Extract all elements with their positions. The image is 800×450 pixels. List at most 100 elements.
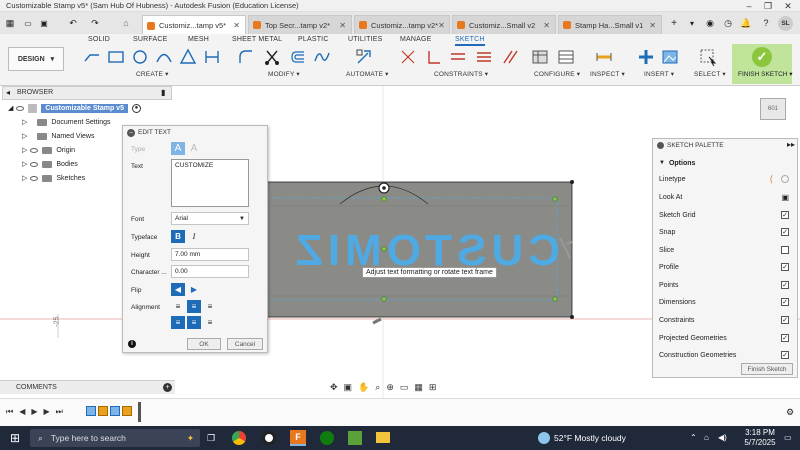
parallel-icon[interactable] (500, 47, 520, 67)
points-checkbox[interactable]: ✓ (781, 281, 789, 289)
character-spacing-input[interactable]: 0.00 (171, 265, 249, 278)
previous-step-icon[interactable]: ◀ (19, 407, 25, 417)
expand-icon[interactable]: ▷ (22, 118, 27, 126)
app-grid-icon[interactable]: ▦ (4, 17, 16, 29)
sketch-grid-checkbox[interactable]: ✓ (781, 211, 789, 219)
browser-item-origin[interactable]: ▷ Origin (22, 144, 75, 156)
text-on-path-icon[interactable]: A (187, 142, 201, 155)
expand-icon[interactable]: ▷ (22, 132, 27, 140)
insert-group-label[interactable]: INSERT ▾ (644, 70, 674, 78)
look-at-icon[interactable]: ▣ (344, 382, 353, 393)
job-status-icon[interactable]: ◷ (722, 17, 734, 29)
align-top-button[interactable]: ≡ (171, 316, 185, 329)
rectangle-icon[interactable] (106, 47, 126, 67)
modify-group-label[interactable]: MODIFY ▾ (268, 70, 300, 78)
bold-button[interactable]: B (171, 230, 185, 243)
new-tab-icon[interactable]: + (668, 17, 680, 29)
grid-settings-icon[interactable]: ▦ (414, 382, 423, 393)
construction-linetype-icon[interactable]: ⟨ (769, 174, 773, 185)
tab-stamp-handle-small-v1[interactable]: Stamp Ha...Small v1 ✕ (558, 15, 662, 34)
collapse-dialog-icon[interactable]: – (127, 129, 135, 137)
spline-icon[interactable] (312, 47, 332, 67)
centerline-linetype-icon[interactable] (781, 175, 789, 183)
constraints-group-label[interactable]: CONSTRAINTS ▾ (434, 70, 488, 78)
coincident-icon[interactable] (398, 47, 418, 67)
trim-icon[interactable] (262, 47, 282, 67)
insert-derive-icon[interactable] (636, 47, 656, 67)
profile-checkbox[interactable]: ✓ (781, 263, 789, 271)
media-app-icon[interactable] (262, 431, 276, 445)
perpendicular-icon[interactable] (424, 47, 444, 67)
collapse-icon[interactable]: ◂ (6, 88, 10, 97)
browser-item-sketches[interactable]: ▷ Sketches (22, 172, 85, 184)
viewcube[interactable]: 601 (760, 98, 786, 120)
weather-cloud-icon[interactable] (538, 432, 550, 444)
visibility-icon[interactable] (16, 105, 25, 111)
activate-radio-icon[interactable]: ● (131, 103, 141, 113)
display-settings-icon[interactable]: ▭ (400, 382, 409, 393)
tab-top-secret-stamp[interactable]: Top Secr...tamp v2* ✕ (248, 15, 352, 34)
ribbon-tab-manage[interactable]: MANAGE (400, 36, 432, 43)
align-bottom-button[interactable]: ≡ (203, 316, 217, 329)
configure-group-label[interactable]: CONFIGURE ▾ (534, 70, 580, 78)
next-step-icon[interactable]: ▶ (44, 407, 50, 417)
browser-item-named-views[interactable]: ▷ Named Views (22, 130, 94, 142)
ok-button[interactable]: OK (187, 338, 221, 350)
expand-icon[interactable]: ▷ (22, 146, 27, 154)
polygon-icon[interactable] (178, 47, 198, 67)
pin-icon[interactable]: ▮ (161, 88, 165, 97)
info-icon[interactable]: i (128, 340, 136, 348)
equal-icon[interactable] (474, 47, 494, 67)
configure-icon[interactable] (530, 47, 550, 67)
finish-sketch-button[interactable]: Finish Sketch (741, 363, 793, 375)
flip-vertical-button[interactable]: ▶ (187, 283, 201, 296)
save-icon[interactable]: ▣ (38, 17, 50, 29)
text-input[interactable]: CUSTOMIZE (171, 159, 249, 207)
horizontal-vertical-icon[interactable] (448, 47, 468, 67)
font-select[interactable]: Arial ▼ (171, 212, 249, 225)
arc-icon[interactable] (154, 47, 174, 67)
zoom-icon[interactable]: ⌕ (375, 382, 380, 393)
automate-group-label[interactable]: AUTOMATE ▾ (346, 70, 389, 78)
line-icon[interactable] (82, 47, 102, 67)
expand-palette-icon[interactable]: ▸▸ (787, 140, 795, 149)
help-icon[interactable]: ? (760, 17, 772, 29)
redo-icon[interactable]: ↷ (88, 17, 102, 29)
browser-item-bodies[interactable]: ▷ Bodies (22, 158, 78, 170)
timeline-extrude-feature[interactable] (122, 406, 132, 416)
tab-customizable-stamp-v2[interactable]: Customiz...tamp v2* ✕ (354, 15, 450, 34)
xbox-icon[interactable] (320, 431, 334, 445)
timeline-sketch-feature[interactable] (110, 406, 120, 416)
timeline-extrude-feature[interactable] (98, 406, 108, 416)
close-window-button[interactable]: ✕ (779, 0, 797, 12)
more-tabs-icon[interactable]: ▾ (686, 17, 698, 29)
extensions-icon[interactable]: ◉ (704, 17, 716, 29)
first-step-icon[interactable]: ⏮ (6, 407, 13, 417)
home-icon[interactable]: ⌂ (120, 17, 132, 29)
visibility-icon[interactable] (30, 147, 39, 153)
notifications-icon[interactable]: 🔔 (740, 17, 752, 29)
align-middle-button[interactable]: ≡ (187, 316, 201, 329)
add-comment-icon[interactable]: + (163, 383, 172, 392)
timeline-settings-icon[interactable]: ⚙ (786, 407, 794, 418)
finish-sketch-group[interactable]: ✓ FINISH SKETCH ▾ (732, 44, 793, 84)
fusion-app-icon[interactable]: F (290, 430, 306, 446)
browser-root-item[interactable]: ◢ Customizable Stamp v5 ● (8, 102, 141, 114)
ribbon-tab-utilities[interactable]: UTILITIES (348, 36, 382, 43)
insert-image-icon[interactable] (660, 47, 680, 67)
play-icon[interactable]: ▶ (31, 407, 37, 417)
slice-checkbox[interactable] (781, 246, 789, 254)
align-left-button[interactable]: ≡ (171, 300, 185, 313)
ribbon-tab-mesh[interactable]: MESH (188, 36, 209, 43)
look-at-icon[interactable]: ▣ (781, 193, 789, 202)
cancel-button[interactable]: Cancel (227, 338, 263, 350)
user-avatar[interactable]: SL (778, 16, 793, 31)
collapse-palette-icon[interactable] (657, 142, 664, 149)
circle-icon[interactable] (130, 47, 150, 67)
fit-icon[interactable]: ⊕ (386, 382, 394, 393)
taskbar-search[interactable]: ⌕ Type here to search ✦ (30, 429, 200, 447)
options-section-header[interactable]: ▼ Options (659, 157, 789, 169)
snap-checkbox[interactable]: ✓ (781, 228, 789, 236)
expand-icon[interactable]: ▷ (22, 174, 27, 182)
visibility-icon[interactable] (30, 161, 39, 167)
